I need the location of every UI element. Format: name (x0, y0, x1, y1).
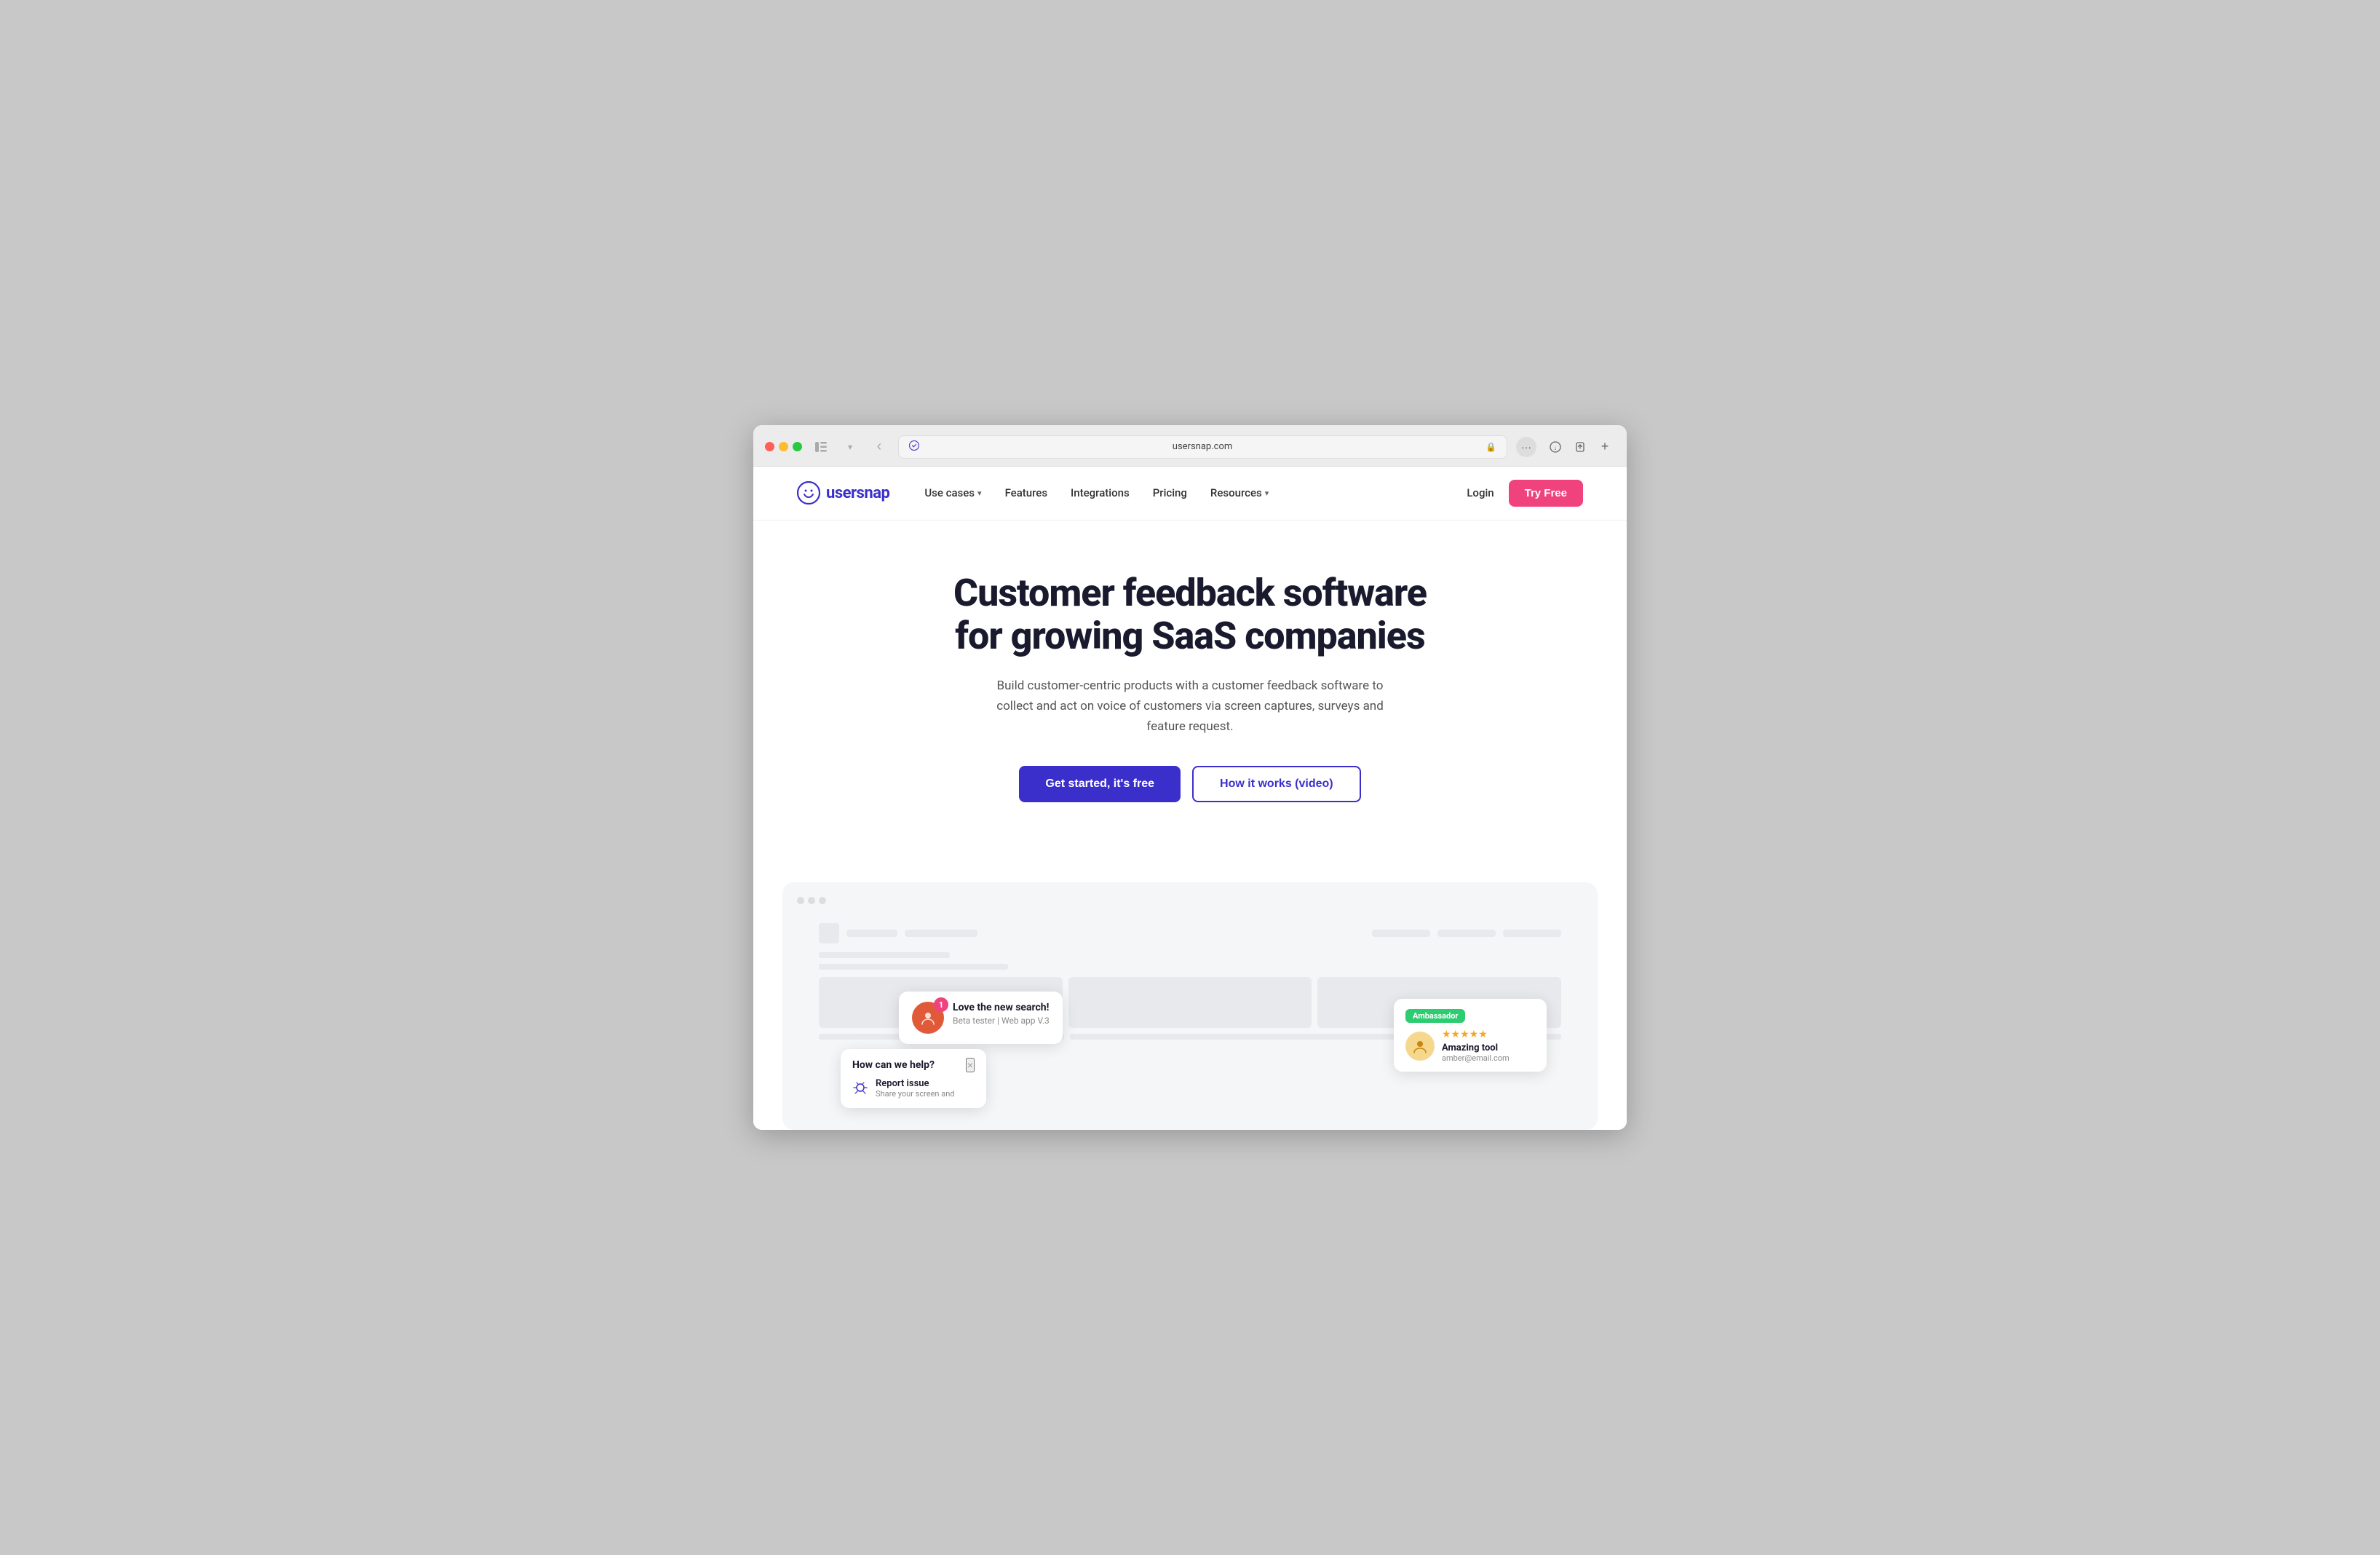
review-avatar (1405, 1032, 1435, 1061)
nav-try-free-button[interactable]: Try Free (1509, 480, 1583, 507)
browser-dot-yellow (779, 442, 788, 451)
browser-more-icon: ··· (1521, 441, 1531, 453)
browser-address-bar[interactable]: usersnap.com 🔒 (898, 435, 1507, 459)
review-stars: ★★★★★ (1442, 1029, 1510, 1040)
browser-chrome: ▾ ‹ usersnap.com 🔒 ··· (753, 425, 1627, 467)
browser-right-buttons: ↓ + (1545, 437, 1615, 457)
app-preview: 1 Love the new search! Beta tester | Web… (782, 882, 1598, 1130)
feedback-notification-badge: 1 (934, 997, 948, 1012)
wf-text-3 (1372, 930, 1430, 937)
wf-content-row-1 (819, 952, 1561, 958)
hero-title: Customer feedback software for growing S… (935, 571, 1445, 659)
help-widget-close-btn[interactable]: × (966, 1058, 975, 1072)
wf-top-row (804, 923, 1576, 943)
wf-line-lg (819, 952, 950, 958)
review-email: amber@email.com (1442, 1053, 1510, 1063)
app-preview-dots (797, 897, 1583, 904)
browser-download-btn[interactable]: ↓ (1545, 437, 1566, 457)
app-dot-2 (808, 897, 815, 904)
feedback-content: Love the new search! Beta tester | Web a… (953, 1002, 1050, 1026)
bug-icon (852, 1080, 868, 1099)
svg-text:↓: ↓ (1554, 444, 1558, 451)
how-it-works-button[interactable]: How it works (video) (1192, 766, 1361, 802)
wf-text-4 (1437, 930, 1496, 937)
chevron-down-icon: ▾ (977, 488, 982, 498)
help-widget-title: How can we help? (852, 1059, 935, 1071)
nav-actions: Login Try Free (1467, 480, 1583, 507)
review-ambassador-badge: Ambassador (1405, 1009, 1465, 1023)
help-widget-item-title: Report issue (876, 1078, 954, 1089)
review-card-body: ★★★★★ Amazing tool amber@email.com (1405, 1029, 1535, 1063)
chevron-down-icon-2: ▾ (1265, 488, 1269, 498)
usersnap-logo-icon (797, 481, 820, 505)
nav-link-use-cases[interactable]: Use cases ▾ (924, 486, 981, 499)
browser-new-tab-btn[interactable]: + (1595, 437, 1615, 457)
browser-back-btn[interactable]: ‹ (869, 437, 889, 457)
browser-secure-icon (909, 440, 919, 454)
help-widget-item-content: Report issue Share your screen and (876, 1078, 954, 1099)
website-content: usersnap Use cases ▾ Features Integratio… (753, 467, 1627, 1131)
nav-logo-text: usersnap (826, 484, 889, 502)
wf-text-5 (1503, 930, 1561, 937)
review-card-info: ★★★★★ Amazing tool amber@email.com (1442, 1029, 1510, 1063)
wf-grid-item-2 (1068, 977, 1312, 1028)
browser-lock-icon: 🔒 (1485, 442, 1496, 452)
wf-text-1 (846, 930, 897, 937)
nav-logo[interactable]: usersnap (797, 481, 889, 505)
browser-toolbar: ▾ ‹ usersnap.com 🔒 ··· (765, 435, 1615, 459)
browser-url-text: usersnap.com (925, 441, 1480, 452)
browser-chevron-down-btn[interactable]: ▾ (840, 437, 860, 457)
browser-dots (765, 442, 802, 451)
app-dot-3 (819, 897, 826, 904)
nav-link-features[interactable]: Features (1005, 486, 1047, 499)
app-dot-1 (797, 897, 804, 904)
nav-links: Use cases ▾ Features Integrations Pricin… (924, 486, 1467, 499)
nav-link-pricing[interactable]: Pricing (1153, 486, 1187, 499)
feedback-card: 1 Love the new search! Beta tester | Web… (899, 992, 1063, 1044)
nav-link-resources[interactable]: Resources ▾ (1210, 486, 1269, 499)
review-text: Amazing tool (1442, 1042, 1510, 1053)
help-widget-header: How can we help? × (852, 1058, 975, 1072)
wf-icon-block (819, 923, 839, 943)
browser-dot-green (793, 442, 802, 451)
hero-section: Customer feedback software for growing S… (753, 521, 1627, 883)
nav-login-link[interactable]: Login (1467, 486, 1494, 499)
wf-text-2 (905, 930, 977, 937)
hero-subtitle: Build customer-centric products with a c… (979, 676, 1401, 737)
browser-more-btn[interactable]: ··· (1516, 437, 1536, 457)
feedback-avatar: 1 (912, 1002, 944, 1034)
wf-line-xl (819, 964, 1008, 970)
browser-share-btn[interactable] (1570, 437, 1590, 457)
nav-link-integrations[interactable]: Integrations (1071, 486, 1130, 499)
help-widget-item-desc: Share your screen and (876, 1089, 954, 1099)
help-widget: How can we help? × Report issue Share yo… (841, 1049, 986, 1108)
help-widget-item: Report issue Share your screen and (852, 1078, 975, 1099)
browser-dot-red (765, 442, 774, 451)
navbar: usersnap Use cases ▾ Features Integratio… (753, 467, 1627, 521)
feedback-card-meta: Beta tester | Web app V.3 (953, 1016, 1050, 1026)
browser-window: ▾ ‹ usersnap.com 🔒 ··· (753, 425, 1627, 1131)
browser-sidebar-btn[interactable] (811, 437, 831, 457)
wf-content-row-2 (819, 964, 1561, 970)
feedback-card-title: Love the new search! (953, 1002, 1050, 1013)
review-card: Ambassador ★★★★★ Amazing tool amber@emai… (1394, 999, 1547, 1072)
get-started-button[interactable]: Get started, it's free (1019, 766, 1181, 802)
hero-buttons: Get started, it's free How it works (vid… (797, 766, 1583, 802)
